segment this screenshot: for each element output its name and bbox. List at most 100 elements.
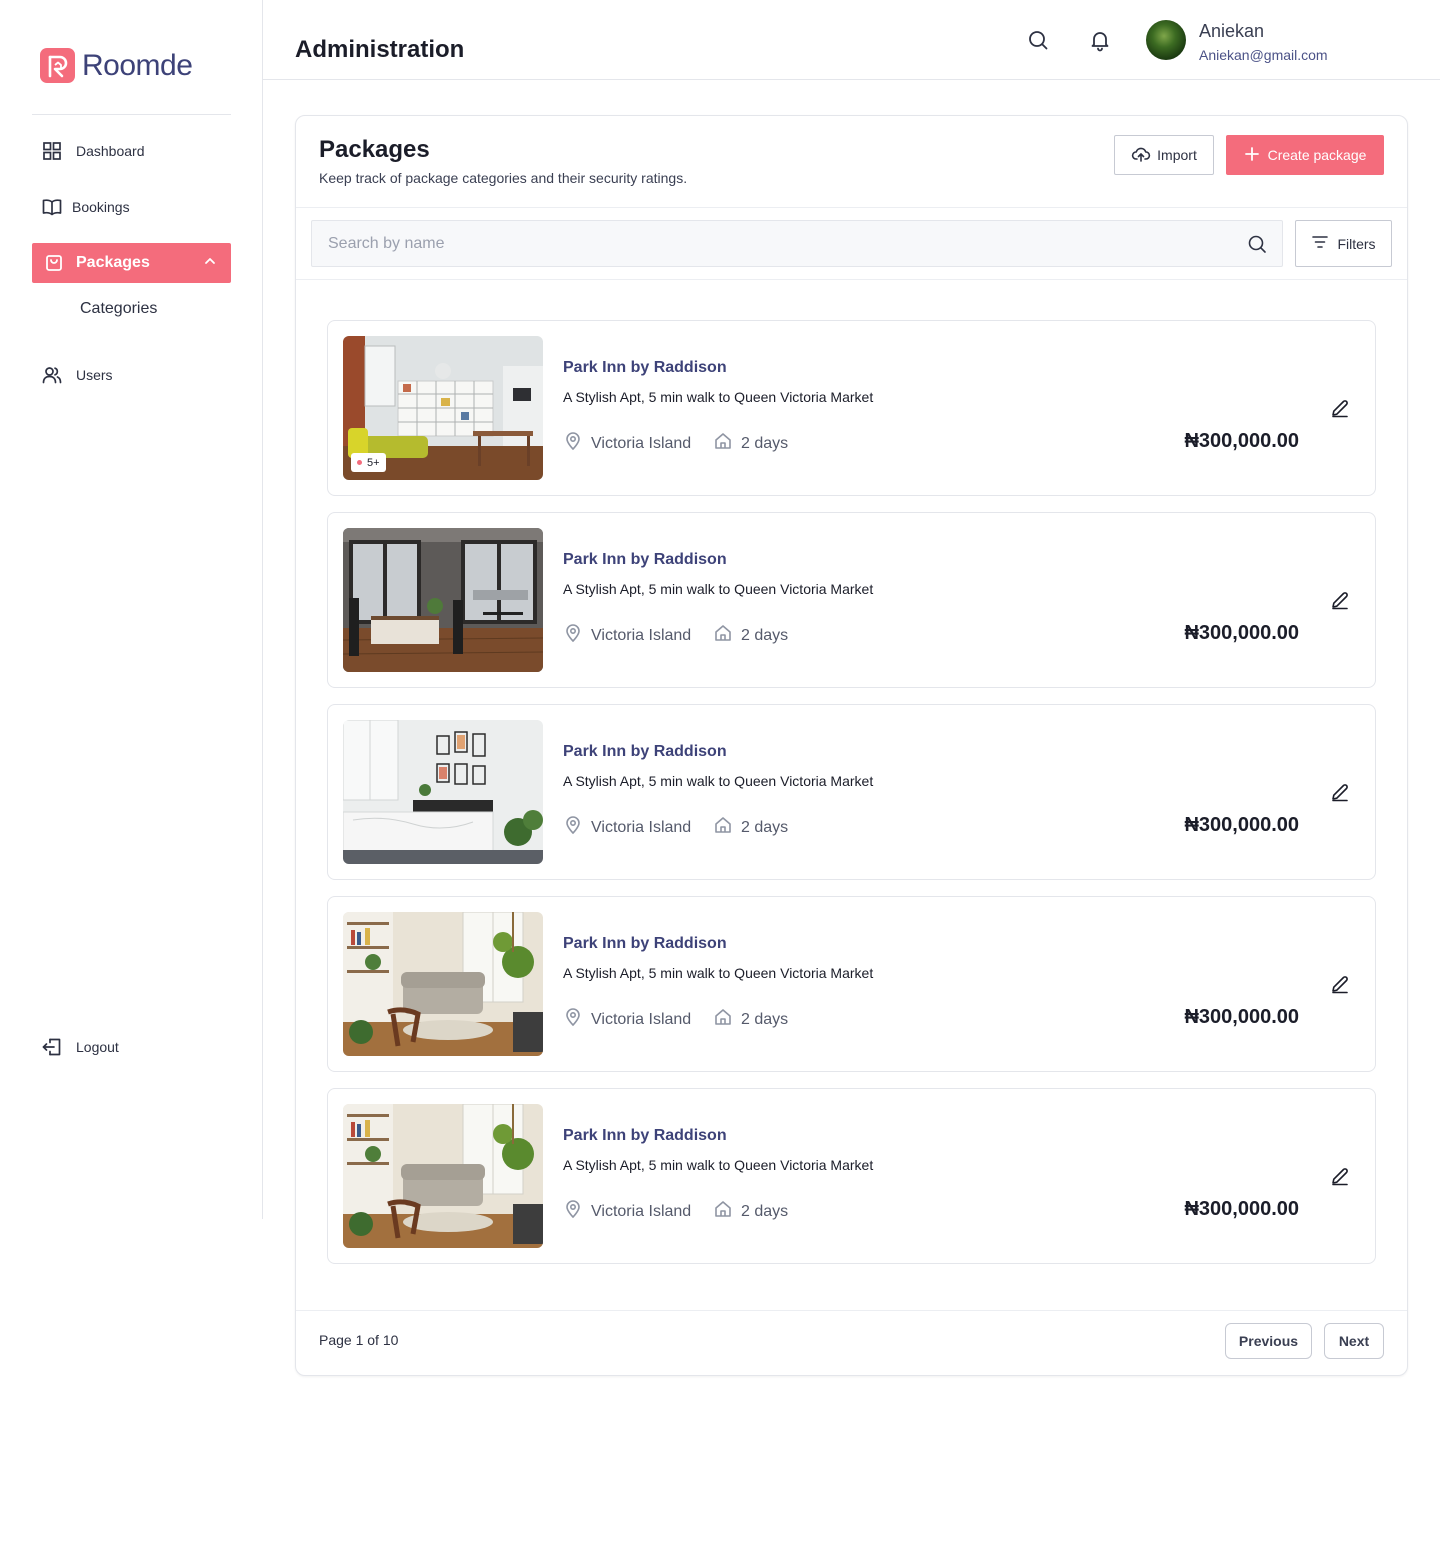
search-icon[interactable] [1026,28,1050,52]
package-description: A Stylish Apt, 5 min walk to Queen Victo… [563,581,874,597]
plus-icon [1244,146,1260,165]
home-icon [713,431,733,456]
sidebar: Roomde Dashboard Bookings Packages Categ… [0,0,263,1219]
edit-pencil-icon[interactable] [1329,781,1351,803]
previous-button[interactable]: Previous [1225,1323,1312,1359]
sidebar-item-users[interactable]: Users [32,355,231,395]
packages-panel: Packages Keep track of package categorie… [295,115,1408,1376]
edit-pencil-icon[interactable] [1329,973,1351,995]
package-location: Victoria Island [563,815,691,840]
import-button[interactable]: Import [1114,135,1214,175]
sidebar-item-dashboard[interactable]: Dashboard [32,131,231,171]
package-item[interactable]: Park Inn by Raddison A Stylish Apt, 5 mi… [327,896,1376,1072]
package-description: A Stylish Apt, 5 min walk to Queen Victo… [563,1157,874,1173]
create-package-label: Create package [1267,147,1367,163]
package-location: Victoria Island [563,1007,691,1032]
chevron-up-icon[interactable] [203,254,217,273]
photo-count-badge: 5+ [351,453,386,472]
package-location: Victoria Island [563,431,691,456]
bell-icon[interactable] [1088,28,1112,52]
location-pin-icon [563,623,583,648]
logo[interactable]: Roomde [40,48,193,83]
package-item[interactable]: 5+ Park Inn by Raddison A Stylish Apt, 5… [327,320,1376,496]
package-item[interactable]: Park Inn by Raddison A Stylish Apt, 5 mi… [327,512,1376,688]
duration-text: 2 days [741,1202,789,1220]
search-bar [311,220,1283,267]
logout-button[interactable]: Logout [32,1027,231,1067]
package-photo-living-room [343,528,543,672]
duration-text: 2 days [741,626,789,644]
logo-text: Roomde [82,48,193,82]
next-button[interactable]: Next [1324,1323,1384,1359]
package-duration: 2 days [713,815,788,840]
package-duration: 2 days [713,623,788,648]
location-text: Victoria Island [591,1010,692,1028]
package-photo-bedroom [343,720,543,864]
package-item[interactable]: Park Inn by Raddison A Stylish Apt, 5 mi… [327,704,1376,880]
sidebar-item-bookings[interactable]: Bookings [32,187,231,227]
avatar[interactable] [1146,20,1186,60]
home-icon [713,815,733,840]
package-price: ₦300,000.00 [1184,622,1299,644]
book-icon [40,195,64,219]
panel-divider [296,1310,1407,1311]
location-text: Victoria Island [591,434,692,452]
bag-icon [44,251,64,275]
package-duration: 2 days [713,431,788,456]
home-icon [713,1199,733,1224]
user-name: Aniekan [1199,21,1265,41]
pagination-text: Page 1 of 10 [319,1332,399,1348]
package-description: A Stylish Apt, 5 min walk to Queen Victo… [563,389,874,405]
package-location: Victoria Island [563,1199,691,1224]
package-item[interactable]: Park Inn by Raddison A Stylish Apt, 5 mi… [327,1088,1376,1264]
sidebar-item-label: Bookings [72,199,130,215]
edit-pencil-icon[interactable] [1329,397,1351,419]
package-photo-lounge [343,1104,543,1248]
package-duration: 2 days [713,1007,788,1032]
sidebar-item-label: Dashboard [76,143,145,159]
badge-dot [357,460,362,465]
location-pin-icon [563,1199,583,1224]
package-description: A Stylish Apt, 5 min walk to Queen Victo… [563,773,874,789]
location-pin-icon [563,815,583,840]
duration-text: 2 days [741,434,789,452]
page-title: Administration [295,36,465,63]
sidebar-subitem-categories[interactable]: Categories [80,300,157,318]
edit-pencil-icon[interactable] [1329,1165,1351,1187]
package-photo-loft: 5+ [343,336,543,480]
location-text: Victoria Island [591,818,692,836]
panel-divider [296,279,1407,280]
import-label: Import [1157,147,1197,163]
location-pin-icon [563,431,583,456]
package-name[interactable]: Park Inn by Raddison [563,743,727,761]
badge-label: 5+ [367,456,380,469]
sidebar-item-label: Users [76,367,113,383]
panel-divider [296,207,1407,208]
package-name[interactable]: Park Inn by Raddison [563,359,727,377]
search-icon[interactable] [1246,233,1268,255]
filters-button[interactable]: Filters [1295,220,1392,267]
top-header: Administration Aniekan Aniekan@gmail.com [263,0,1440,80]
app-root: Roomde Dashboard Bookings Packages Categ… [0,0,1440,1565]
package-name[interactable]: Park Inn by Raddison [563,551,727,569]
filters-label: Filters [1337,235,1376,252]
package-description: A Stylish Apt, 5 min walk to Queen Victo… [563,965,874,981]
sidebar-item-label: Packages [76,254,150,271]
logout-label: Logout [76,1039,119,1055]
package-price: ₦300,000.00 [1184,814,1299,836]
duration-text: 2 days [741,1010,789,1028]
duration-text: 2 days [741,818,789,836]
home-icon [713,623,733,648]
package-price: ₦300,000.00 [1184,1198,1299,1220]
package-name[interactable]: Park Inn by Raddison [563,935,727,953]
upload-cloud-icon [1131,144,1151,167]
logout-icon [40,1035,64,1059]
package-name[interactable]: Park Inn by Raddison [563,1127,727,1145]
sidebar-item-packages[interactable]: Packages [32,243,231,283]
search-input[interactable] [328,234,1228,253]
users-icon [40,363,64,387]
location-text: Victoria Island [591,1202,692,1220]
create-package-button[interactable]: Create package [1226,135,1384,175]
filter-icon [1311,233,1329,254]
edit-pencil-icon[interactable] [1329,589,1351,611]
